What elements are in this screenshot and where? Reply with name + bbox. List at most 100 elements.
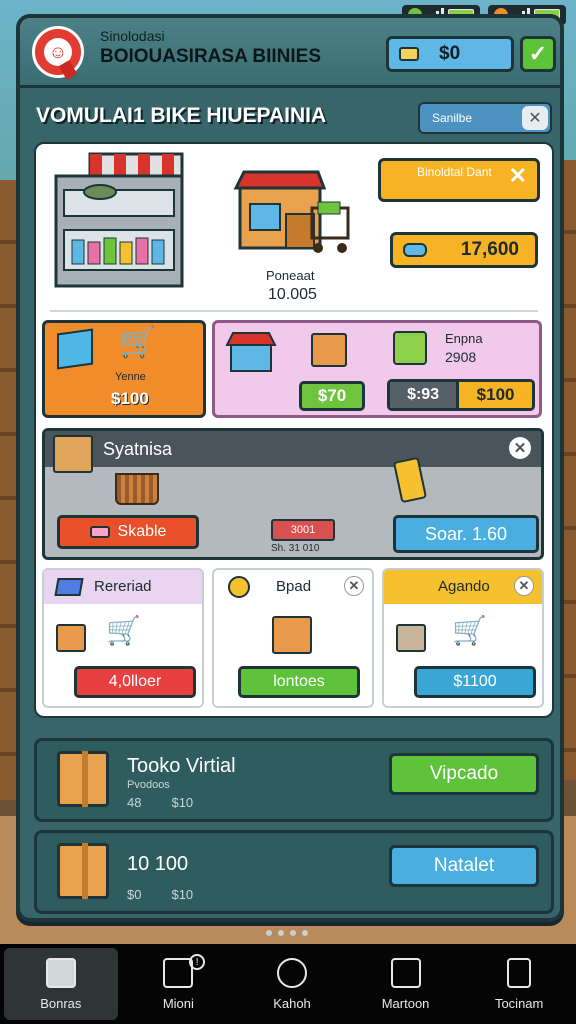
box-icon [396, 624, 426, 652]
grey-card-title: Syatnisa [103, 439, 173, 459]
list-item-button[interactable]: Natalet [389, 845, 539, 887]
close-icon[interactable]: ✕ [509, 437, 531, 459]
notification-badge: ! [189, 954, 206, 970]
list-item: Tooko Virtial Pvodoos 48 $10 Vipcado [34, 738, 554, 822]
nav-label: Tocinam [494, 995, 544, 1011]
close-icon[interactable]: ✕ [344, 576, 364, 596]
box-icon [272, 616, 312, 654]
list-item-values: $0 $10 [127, 887, 193, 902]
search-icon [276, 957, 307, 988]
value-b: $10 [171, 887, 194, 902]
cart-icon: 🛒 [452, 615, 487, 646]
price-tag: 3001 [271, 519, 335, 541]
mini-card-button[interactable]: lontoes [238, 666, 360, 698]
app-title: BOIOUASIRASA BIINIES [100, 46, 321, 67]
shelf-icon [54, 152, 184, 288]
mini-card-title: Agando [438, 578, 490, 595]
mini-card-button[interactable]: 4,0lloer [74, 666, 196, 698]
mini-card-1: Rereriad 🛒 4,0lloer [42, 568, 204, 708]
nav-label: Mioni [162, 995, 194, 1011]
red-button-label: Skable [117, 523, 167, 540]
orange-card-price: $100 [111, 389, 149, 408]
mini-card-2: Bpad ✕ lontoes [212, 568, 374, 708]
orange-item-card[interactable]: 🛒 Yenne $100 [42, 320, 206, 418]
nav-label: Kahoh [273, 995, 311, 1011]
mini-card-title: Bpad [276, 578, 312, 595]
tag-label: 3001 [290, 524, 316, 536]
divider [50, 310, 538, 312]
mini-card-3: Agando ✕ 🛒 $1100 [382, 568, 544, 708]
check-icon: ✓ [528, 41, 548, 66]
shop-board: Poneaat 10.005 Binoldtal Dant ✕ 17,600 🛒… [34, 142, 554, 718]
phone-icon [507, 957, 532, 988]
nav-item-tag[interactable]: ! Mioni [122, 944, 236, 1024]
header: ☺ Sinolodasi BOIOUASIRASA BIINIES $0 ✓ [20, 18, 560, 88]
nav-item-phone[interactable]: Tocinam [462, 944, 576, 1024]
value-a: $0 [127, 887, 142, 902]
list-item-sub: Pvodoos [127, 779, 170, 791]
pink-item-card: $70 Enpna 2908 $:93 $100 [212, 320, 542, 418]
green-price-button[interactable]: $70 [299, 381, 365, 411]
promo-text: Binoldtal Dant [417, 165, 492, 179]
clock-icon [228, 576, 250, 598]
orange-card-label: Yenne [115, 371, 146, 383]
house-icon [45, 957, 76, 988]
bottom-nav: Bonras ! Mioni Kahoh Martoon Tocinam [0, 944, 576, 1024]
coin-value: $0 [439, 43, 461, 64]
store-label: Poneaat [266, 268, 315, 283]
main-panel: ☺ Sinolodasi BOIOUASIRASA BIINIES $0 ✓ V… [16, 14, 564, 922]
cube-icon [57, 328, 93, 370]
page-indicator [266, 930, 308, 936]
pink-card-title: Enpna [445, 331, 483, 346]
box-icon [311, 333, 347, 367]
red-action-button[interactable]: Skable [57, 515, 199, 549]
search-field[interactable]: Sanilbe ✕ [418, 102, 552, 134]
cart-icon: 🛒 [119, 326, 157, 359]
store-value: 10.005 [268, 286, 317, 303]
eraser-icon [89, 526, 110, 538]
list-item-title: Tooko Virtial [127, 755, 236, 777]
gem-icon [403, 243, 427, 257]
confirm-button[interactable]: ✓ [520, 36, 556, 72]
nav-item-search[interactable]: Kahoh [235, 944, 349, 1024]
box-icon [56, 624, 86, 652]
box-icon [54, 578, 84, 596]
price-b: $100 [456, 382, 532, 408]
list-item-title: 10 100 [127, 853, 189, 875]
nav-label: Bonras [40, 995, 82, 1011]
nav-item-square[interactable]: Martoon [349, 944, 463, 1024]
mini-card-button[interactable]: $1100 [414, 666, 536, 698]
blue-action-button[interactable]: Soar. 1.60 [393, 515, 539, 553]
grey-item-card: Syatnisa ✕ Skable 3001 Sh. 31 010 Soar. … [42, 428, 544, 560]
dual-price-button[interactable]: $:93 $100 [387, 379, 535, 411]
coin-counter[interactable]: $0 [386, 36, 514, 72]
list-item-button[interactable]: Vipcado [389, 753, 539, 795]
tag-subtext: Sh. 31 010 [271, 543, 320, 554]
nav-item-home[interactable]: Bonras [4, 948, 118, 1020]
cash-icon [399, 47, 419, 61]
app-subtitle: Sinolodasi [100, 28, 165, 44]
list-item-values: 48 $10 [127, 795, 193, 810]
close-icon[interactable]: ✕ [514, 576, 534, 596]
close-icon[interactable]: ✕ [509, 165, 527, 187]
search-placeholder: Sanilbe [432, 111, 473, 125]
page-title: VOMULAI1 BIKE HIUEPAINIA [36, 104, 327, 127]
close-icon[interactable]: ✕ [522, 106, 548, 130]
box-icon [57, 843, 109, 899]
cart-icon: 🛒 [106, 615, 141, 646]
price-a: $:93 [390, 382, 457, 408]
box-icon [53, 435, 93, 473]
promo-banner[interactable]: Binoldtal Dant ✕ [378, 158, 540, 202]
price-button[interactable]: 17,600 [390, 232, 538, 268]
nav-label: Martoon [381, 995, 430, 1011]
pink-card-value: 2908 [445, 349, 477, 365]
box-icon [57, 751, 109, 807]
stall-icon [225, 332, 277, 372]
list-item: 10 100 $0 $10 Natalet [34, 830, 554, 914]
value-a: 48 [127, 795, 142, 810]
app-logo: ☺ [32, 26, 84, 78]
store-icon [233, 170, 350, 253]
gift-icon [393, 331, 427, 365]
price-value: 17,600 [460, 239, 519, 260]
basket-icon [115, 473, 159, 505]
